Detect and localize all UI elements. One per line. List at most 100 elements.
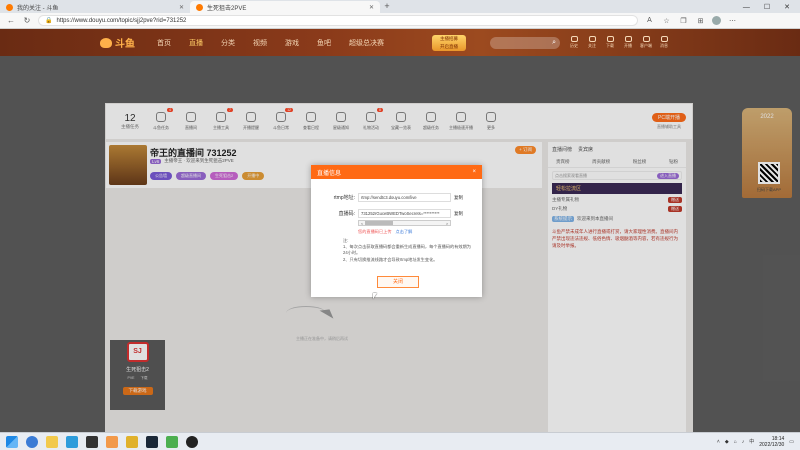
scroll-thumb[interactable] [365,221,393,225]
client-button[interactable]: 客户端 [640,36,652,49]
douyu-favicon-icon [196,3,203,11]
mouse-cursor-icon [373,293,377,299]
nav-live[interactable]: 直播 [189,38,203,48]
learn-more-link[interactable]: 点击了解 [396,229,413,235]
follow-button[interactable]: 关注 [586,36,598,49]
collections-icon[interactable]: ❐ [678,17,689,25]
dialog-title: 直播信息 [317,170,342,177]
close-icon[interactable]: ✕ [179,4,184,11]
app-icon[interactable] [66,435,78,448]
monitor-icon [642,36,650,42]
app-icon[interactable] [126,435,138,448]
file-explorer-icon[interactable] [46,435,58,448]
promo-line1: 主播招募 [440,35,458,41]
code-scrollbar[interactable]: < > [358,220,451,226]
browser-tab-follow[interactable]: 我的关注 - 斗鱼 ✕ [0,1,190,13]
camera-icon [624,36,632,42]
steam-icon[interactable] [146,435,158,448]
copy-rtmp-button[interactable]: 复制 [454,195,463,201]
stream-code-label: 直播码: [338,211,355,217]
read-aloud-icon[interactable]: A [644,17,655,24]
nav-finals[interactable]: 超级总决赛 [349,38,384,48]
nav-category[interactable]: 分类 [221,38,235,48]
history-label: 历史 [570,43,578,48]
url-input[interactable]: 🔒 https://www.douyu.com/topic/sjj2pve?ri… [38,15,638,26]
notification-icon[interactable]: ▭ [789,439,794,445]
nav-game[interactable]: 游戏 [285,38,299,48]
obs-icon[interactable] [86,435,98,448]
search-icon[interactable]: ⌕ [552,39,556,47]
address-bar: ← ↻ 🔒 https://www.douyu.com/topic/sjj2pv… [0,13,800,29]
follow-label: 关注 [588,43,596,48]
follow-icon [588,36,596,42]
streamer-recruit-promo[interactable]: 主播招募 开启直播 [432,34,466,51]
minimize-icon[interactable]: — [743,4,750,11]
close-icon[interactable]: × [472,169,476,175]
window-controls: — ☐ ✕ [733,1,800,13]
dialog-header: 直播信息 × [311,165,482,179]
profile-avatar[interactable] [712,16,721,25]
copy-code-button[interactable]: 复制 [454,211,463,217]
message-button[interactable]: 消息 [658,36,670,49]
windows-taskbar: ˄ ◆ ⌂ ♪ 中 18:14 2022/12/30 ▭ [0,432,800,450]
start-stream-label: 开播 [624,43,632,48]
extensions-icon[interactable]: ⊞ [695,17,706,25]
scroll-right-icon[interactable]: > [444,221,450,226]
site-header: 斗鱼 首页 直播 分类 视频 游戏 鱼吧 超级总决赛 主播招募 开启直播 ⌕ 历… [0,29,800,56]
favorite-star-icon[interactable]: ☆ [661,17,672,25]
start-icon[interactable] [6,435,18,448]
site-search-input[interactable]: ⌕ [490,36,560,49]
dialog-notes: 注: 1、每次点击获取直播码都会重新生成直播码，每个直播码的有效期为24小时。 … [343,238,473,263]
note-item: 1、每次点击获取直播码都会重新生成直播码，每个直播码的有效期为24小时。 [343,244,471,256]
douyu-favicon-icon [6,3,13,11]
camera-app-icon[interactable] [186,435,198,448]
clock[interactable]: 18:14 2022/12/30 [759,436,784,448]
edge-icon[interactable] [26,435,38,448]
nav-yuba[interactable]: 鱼吧 [317,38,331,48]
maximize-icon[interactable]: ☐ [764,3,770,11]
douyu-fish-icon [100,37,112,48]
douyu-logo[interactable]: 斗鱼 [100,35,135,50]
download-icon [606,36,614,42]
rtmp-label: rtmp地址: [333,195,355,201]
app-icon[interactable] [106,435,118,448]
lock-icon: 🔒 [45,18,53,24]
url-text: https://www.douyu.com/topic/sjj2pve?rid=… [56,17,187,24]
back-icon[interactable]: ← [6,16,16,25]
note-item: 2、只有切换推流线路才会导致rtmp地址发生变化。 [343,256,438,262]
close-window-icon[interactable]: ✕ [784,3,790,11]
browser-tab-sjj2pve[interactable]: 生死狙击2PVE ✕ [190,1,380,13]
tab-label: 生死狙击2PVE [207,5,247,12]
upload-warning: 您的直播码已上传 点击了解 [358,229,412,235]
volume-icon[interactable]: ♪ [742,439,745,445]
promo-line2: 开启直播 [440,43,458,49]
network-icon[interactable]: ⌂ [734,439,737,445]
bell-icon [660,36,668,42]
rtmp-field[interactable]: rtmp://sendtc3.douyu.com/live [358,193,451,202]
rtmp-row: rtmp地址: rtmp://sendtc3.douyu.com/live 复制 [323,193,463,202]
ime-indicator[interactable]: 中 [749,438,754,445]
stream-code-field[interactable]: 731252rGuceBWEDTwoSecrets=********** [358,209,451,218]
more-icon[interactable]: ⋯ [727,17,738,25]
history-icon [570,36,578,42]
message-label: 消息 [660,43,668,48]
tray-app-icon[interactable]: ◆ [725,439,729,445]
browser-tabbar: 我的关注 - 斗鱼 ✕ 生死狙击2PVE ✕ + — ☐ ✕ [0,0,800,13]
tab-label: 我的关注 - 斗鱼 [17,5,59,12]
system-tray: ˄ ◆ ⌂ ♪ 中 18:14 2022/12/30 ▭ [717,436,794,448]
history-button[interactable]: 历史 [568,36,580,49]
nav-home[interactable]: 首页 [157,38,171,48]
new-tab-icon[interactable]: + [380,1,394,13]
app-icon[interactable] [166,435,178,448]
stream-code-row: 直播码: 731252rGuceBWEDTwoSecrets=*********… [323,209,463,218]
nav-video[interactable]: 视频 [253,38,267,48]
client-label: 客户端 [640,43,652,48]
tray-chevron-icon[interactable]: ˄ [717,439,720,445]
warning-text: 您的直播码已上传 [358,229,392,234]
close-dialog-button[interactable]: 关闭 [377,276,419,288]
refresh-icon[interactable]: ↻ [22,16,32,25]
start-stream-button[interactable]: 开播 [622,36,634,49]
download-button[interactable]: 下载 [604,36,616,49]
close-icon[interactable]: ✕ [369,4,374,11]
header-icon-group: 历史 关注 下载 开播 客户端 消息 [568,36,670,49]
